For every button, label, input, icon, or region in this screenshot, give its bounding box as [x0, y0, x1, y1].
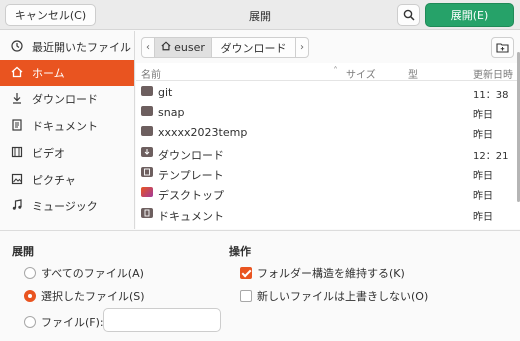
path-forward-button[interactable]: › — [295, 37, 309, 58]
chevron-right-icon: › — [300, 42, 304, 53]
radio-button[interactable] — [24, 290, 36, 302]
sidebar-item-label: 最近開いたファイル — [32, 41, 131, 54]
sidebar-item-label: ビデオ — [32, 147, 65, 160]
desktop-folder-icon — [141, 187, 153, 197]
file-name: ドキュメント — [158, 210, 224, 223]
file-modified: 昨日 — [473, 130, 493, 141]
home-icon — [161, 41, 171, 54]
breadcrumb-downloads[interactable]: ダウンロード — [211, 37, 296, 58]
column-name[interactable]: 名前 — [141, 66, 161, 81]
path-bar: ‹ euser ダウンロード › — [136, 31, 520, 63]
file-browser: ‹ euser ダウンロード › 名前 ˄ サイズ 型 更新日時 git 11：… — [136, 31, 520, 229]
folder-icon — [141, 86, 153, 96]
template-folder-icon — [141, 167, 153, 177]
file-row[interactable]: snap 昨日 — [136, 102, 520, 122]
radio-label: ファイル(F): — [41, 316, 104, 329]
file-name: ダウンロード — [158, 149, 224, 162]
sidebar-item-pictures[interactable]: ピクチャ — [0, 167, 134, 193]
sidebar-item-music[interactable]: ミュージック — [0, 193, 134, 219]
actions-section-title: 操作 — [229, 245, 251, 258]
sidebar-item-documents[interactable]: ドキュメント — [0, 113, 134, 139]
chevron-left-icon: ‹ — [146, 42, 150, 53]
documents-folder-icon — [141, 208, 153, 218]
film-icon — [10, 146, 24, 161]
new-folder-button[interactable] — [491, 37, 514, 58]
sidebar-item-downloads[interactable]: ダウンロード — [0, 86, 134, 112]
file-name: xxxxx2023temp — [158, 126, 248, 139]
sidebar-item-label: ピクチャ — [32, 174, 76, 187]
sidebar-item-videos[interactable]: ビデオ — [0, 140, 134, 166]
radio-button[interactable] — [24, 316, 36, 328]
column-size[interactable]: サイズ — [346, 66, 376, 81]
checkbox-no-overwrite[interactable]: 新しいファイルは上書きしない(O) — [240, 288, 428, 304]
options-panel: 展開 すべてのファイル(A) 選択したファイル(S) ファイル(F): 操作 フ… — [0, 230, 520, 341]
sidebar: 最近開いたファイル ホーム ダウンロード ドキュメント ビデオ ピクチャ ミュー… — [0, 31, 135, 229]
file-modified: 昨日 — [473, 191, 493, 202]
sidebar-item-label: ドキュメント — [32, 120, 98, 133]
file-row[interactable]: テンプレート 昨日 — [136, 163, 520, 183]
file-modified: 昨日 — [473, 110, 493, 121]
file-modified: 11：38 — [473, 90, 509, 101]
search-icon — [403, 9, 415, 21]
breadcrumb-label: euser — [174, 41, 205, 54]
sidebar-item-label: ホーム — [32, 67, 65, 80]
file-row[interactable]: xxxxx2023temp 昨日 — [136, 122, 520, 142]
radio-files-pattern[interactable]: ファイル(F): — [24, 314, 104, 330]
clock-icon — [10, 39, 24, 55]
checkbox-keep-structure[interactable]: フォルダー構造を維持する(K) — [240, 265, 405, 281]
checkbox[interactable] — [240, 290, 252, 302]
checkbox-label: 新しいファイルは上書きしない(O) — [257, 290, 429, 303]
sidebar-item-home[interactable]: ホーム — [0, 60, 134, 86]
breadcrumb-home[interactable]: euser — [154, 37, 212, 58]
radio-button[interactable] — [24, 267, 36, 279]
radio-selected-files[interactable]: 選択したファイル(S) — [24, 288, 145, 304]
files-pattern-input[interactable] — [103, 308, 221, 332]
sort-arrow-icon: ˄ — [333, 66, 338, 77]
download-icon — [10, 92, 24, 107]
breadcrumb-label: ダウンロード — [220, 41, 287, 55]
document-icon — [10, 118, 24, 134]
folder-icon — [141, 106, 153, 116]
sidebar-item-recent[interactable]: 最近開いたファイル — [0, 34, 134, 60]
column-modified[interactable]: 更新日時 — [473, 66, 513, 81]
home-icon — [10, 66, 24, 81]
file-name: デスクトップ — [158, 189, 224, 202]
sidebar-item-label: ダウンロード — [32, 93, 98, 106]
column-header: 名前 ˄ サイズ 型 更新日時 — [136, 63, 520, 81]
file-row[interactable]: デスクトップ 昨日 — [136, 183, 520, 203]
download-folder-icon — [141, 147, 153, 157]
file-modified: 12：21 — [473, 151, 509, 162]
file-name: snap — [158, 106, 185, 119]
extract-section-title: 展開 — [12, 245, 34, 258]
radio-label: 選択したファイル(S) — [41, 290, 145, 303]
checkbox-label: フォルダー構造を維持する(K) — [257, 267, 405, 280]
sidebar-item-label: ミュージック — [32, 200, 98, 213]
file-row[interactable]: git 11：38 — [136, 82, 520, 102]
radio-label: すべてのファイル(A) — [41, 267, 144, 280]
file-name: テンプレート — [158, 169, 224, 182]
header-bar: キャンセル(C) 展開 展開(E) — [0, 0, 520, 30]
file-modified: 昨日 — [473, 212, 493, 223]
music-icon — [10, 198, 24, 214]
extract-button[interactable]: 展開(E) — [425, 3, 514, 27]
file-modified: 昨日 — [473, 171, 493, 182]
file-name: git — [158, 86, 173, 99]
file-row[interactable]: ドキュメント 昨日 — [136, 204, 520, 224]
search-button[interactable] — [397, 4, 420, 26]
file-row[interactable]: ダウンロード 12：21 — [136, 143, 520, 163]
path-back-button[interactable]: ‹ — [141, 37, 155, 58]
picture-icon — [10, 173, 24, 188]
checkbox[interactable] — [240, 267, 252, 279]
column-type[interactable]: 型 — [408, 66, 418, 81]
new-folder-icon — [496, 43, 509, 53]
radio-all-files[interactable]: すべてのファイル(A) — [24, 265, 144, 281]
folder-icon — [141, 126, 153, 136]
